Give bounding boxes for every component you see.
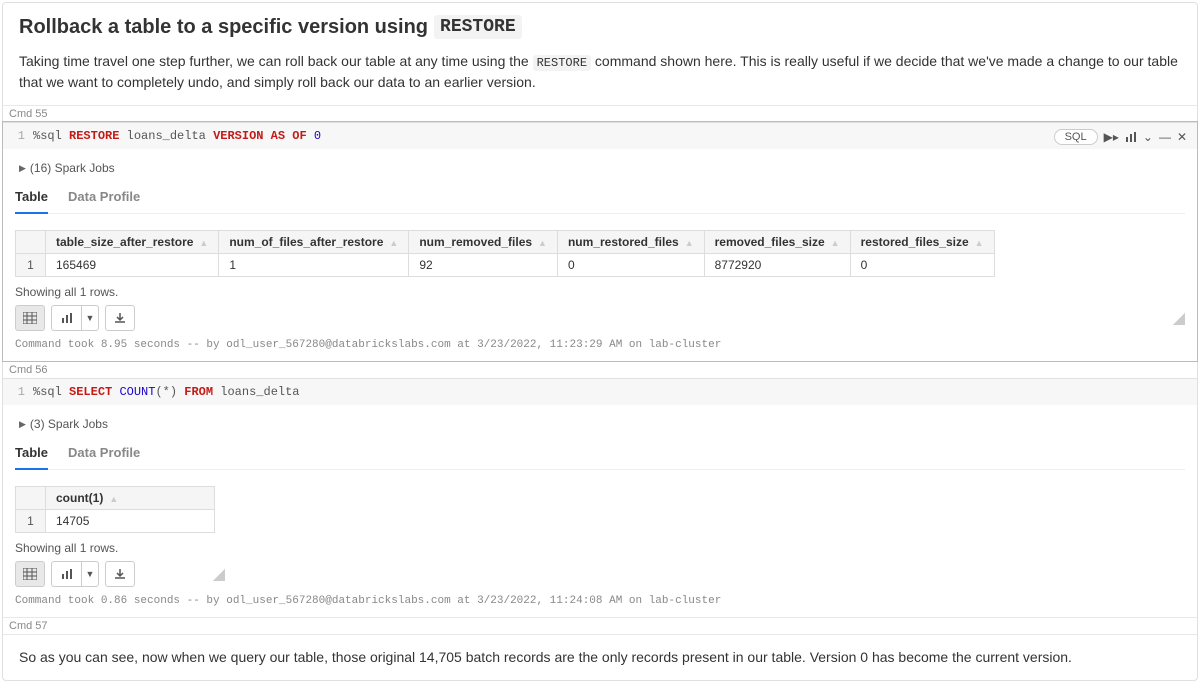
markdown-cell-conclusion: So as you can see, now when we query our… bbox=[3, 634, 1197, 680]
paragraph-restore-body: Taking time travel one step further, we … bbox=[19, 51, 1181, 93]
cell-value: 8772920 bbox=[704, 254, 850, 277]
close-icon[interactable]: ✕ bbox=[1177, 130, 1187, 144]
tab-table[interactable]: Table bbox=[15, 441, 48, 470]
index-header[interactable] bbox=[16, 487, 46, 510]
row-index: 1 bbox=[16, 254, 46, 277]
tab-table[interactable]: Table bbox=[15, 185, 48, 214]
resize-handle[interactable]: ◢ bbox=[1173, 308, 1185, 328]
col-header[interactable]: num_removed_files▲ bbox=[409, 231, 558, 254]
table-view-button[interactable] bbox=[15, 561, 45, 587]
sort-icon[interactable]: ▲ bbox=[538, 238, 547, 248]
output-action-bar: ▼ ◢ bbox=[15, 561, 225, 587]
cell-value: 14705 bbox=[46, 510, 215, 533]
sort-icon[interactable]: ▲ bbox=[685, 238, 694, 248]
code-content[interactable]: %sql SELECT COUNT(*) FROM loans_delta bbox=[33, 385, 300, 399]
cell-value: 165469 bbox=[46, 254, 219, 277]
triangle-right-icon: ▶ bbox=[19, 419, 26, 430]
heading-restore: Rollback a table to a specific version u… bbox=[19, 15, 1181, 39]
chevron-down-icon[interactable]: ⌄ bbox=[1143, 130, 1153, 144]
col-header[interactable]: num_restored_files▲ bbox=[557, 231, 704, 254]
result-table: count(1)▲ 1 14705 bbox=[15, 486, 215, 533]
command-meta: Command took 8.95 seconds -- by odl_user… bbox=[15, 339, 1185, 351]
output-action-bar: ▼ ◢ bbox=[15, 305, 1185, 331]
row-index: 1 bbox=[16, 510, 46, 533]
col-header[interactable]: table_size_after_restore▲ bbox=[46, 231, 219, 254]
sort-icon[interactable]: ▲ bbox=[109, 494, 118, 504]
code-editor[interactable]: 1 %sql RESTORE loans_delta VERSION AS OF… bbox=[3, 123, 1197, 149]
run-icon[interactable]: ▶▸ bbox=[1104, 130, 1119, 144]
markdown-cell-restore-intro: Rollback a table to a specific version u… bbox=[3, 3, 1197, 105]
resize-handle[interactable]: ◢ bbox=[213, 564, 225, 584]
index-header[interactable] bbox=[16, 231, 46, 254]
chart-view-button[interactable] bbox=[51, 561, 81, 587]
command-meta: Command took 0.86 seconds -- by odl_user… bbox=[15, 595, 1185, 607]
triangle-right-icon: ▶ bbox=[19, 163, 26, 174]
cmd-label-57: Cmd 57 bbox=[3, 617, 1197, 634]
chart-icon[interactable] bbox=[1125, 131, 1137, 143]
table-row[interactable]: 1 165469 1 92 0 8772920 0 bbox=[16, 254, 995, 277]
row-count-status: Showing all 1 rows. bbox=[15, 285, 1185, 299]
cell-value: 92 bbox=[409, 254, 558, 277]
col-header[interactable]: num_of_files_after_restore▲ bbox=[219, 231, 409, 254]
tab-data-profile[interactable]: Data Profile bbox=[68, 441, 140, 469]
sort-icon[interactable]: ▲ bbox=[199, 238, 208, 248]
download-button[interactable] bbox=[105, 305, 135, 331]
table-view-button[interactable] bbox=[15, 305, 45, 331]
sort-icon[interactable]: ▲ bbox=[831, 238, 840, 248]
language-badge[interactable]: SQL bbox=[1054, 129, 1098, 145]
cell-value: 0 bbox=[850, 254, 994, 277]
inline-code-restore: RESTORE bbox=[434, 15, 522, 39]
minimize-icon[interactable]: — bbox=[1159, 130, 1171, 144]
paragraph-conclusion: So as you can see, now when we query our… bbox=[19, 647, 1181, 668]
download-button[interactable] bbox=[105, 561, 135, 587]
line-number: 1 bbox=[13, 385, 33, 399]
line-number: 1 bbox=[13, 129, 33, 143]
code-cell-count[interactable]: 1 %sql SELECT COUNT(*) FROM loans_delta … bbox=[3, 378, 1197, 617]
cell-toolbar: SQL ▶▸ ⌄ — ✕ bbox=[1054, 129, 1187, 145]
chart-view-button-group: ▼ bbox=[51, 561, 99, 587]
inline-code-restore-body: RESTORE bbox=[533, 55, 591, 71]
cell-output: ▶ (16) Spark Jobs Table Data Profile tab… bbox=[3, 149, 1197, 361]
table-row[interactable]: 1 14705 bbox=[16, 510, 215, 533]
cell-value: 0 bbox=[557, 254, 704, 277]
col-header[interactable]: restored_files_size▲ bbox=[850, 231, 994, 254]
row-count-status: Showing all 1 rows. bbox=[15, 541, 1185, 555]
chart-dropdown-button[interactable]: ▼ bbox=[81, 561, 99, 587]
output-tabs: Table Data Profile bbox=[15, 185, 1185, 214]
cell-output: ▶ (3) Spark Jobs Table Data Profile coun… bbox=[3, 405, 1197, 617]
chart-view-button-group: ▼ bbox=[51, 305, 99, 331]
spark-jobs-toggle[interactable]: ▶ (16) Spark Jobs bbox=[15, 155, 1185, 185]
code-cell-restore[interactable]: 1 %sql RESTORE loans_delta VERSION AS OF… bbox=[3, 122, 1197, 361]
chart-dropdown-button[interactable]: ▼ bbox=[81, 305, 99, 331]
code-editor[interactable]: 1 %sql SELECT COUNT(*) FROM loans_delta bbox=[3, 379, 1197, 405]
cmd-label-55: Cmd 55 bbox=[3, 105, 1197, 122]
output-tabs: Table Data Profile bbox=[15, 441, 1185, 470]
spark-jobs-toggle[interactable]: ▶ (3) Spark Jobs bbox=[15, 411, 1185, 441]
code-content[interactable]: %sql RESTORE loans_delta VERSION AS OF 0 bbox=[33, 129, 321, 143]
chart-view-button[interactable] bbox=[51, 305, 81, 331]
sort-icon[interactable]: ▲ bbox=[975, 238, 984, 248]
cmd-label-56: Cmd 56 bbox=[3, 361, 1197, 378]
col-header[interactable]: count(1)▲ bbox=[46, 487, 215, 510]
col-header[interactable]: removed_files_size▲ bbox=[704, 231, 850, 254]
result-table: table_size_after_restore▲ num_of_files_a… bbox=[15, 230, 995, 277]
tab-data-profile[interactable]: Data Profile bbox=[68, 185, 140, 213]
cell-value: 1 bbox=[219, 254, 409, 277]
sort-icon[interactable]: ▲ bbox=[389, 238, 398, 248]
